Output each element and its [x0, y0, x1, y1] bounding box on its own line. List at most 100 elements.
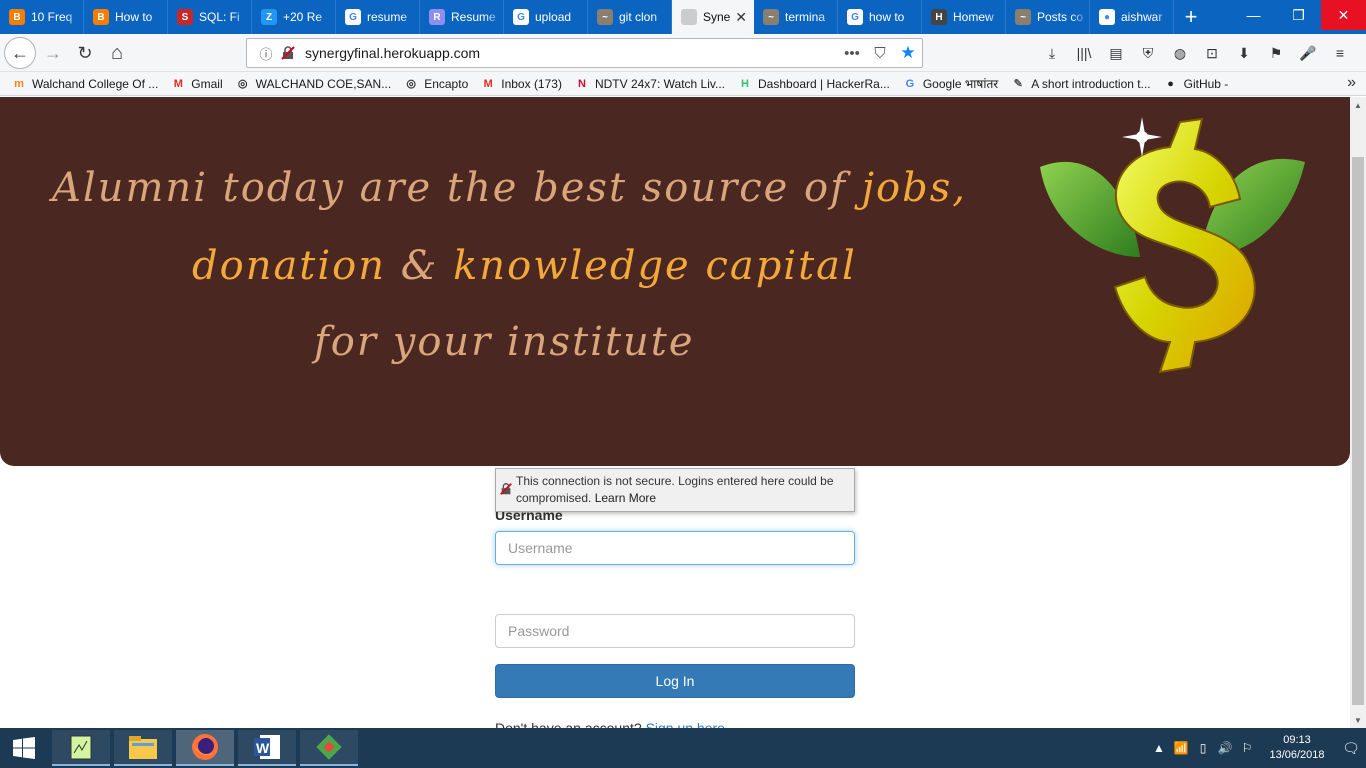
- sidebar-icon[interactable]: ▤: [1100, 40, 1132, 66]
- bookmark-star-icon[interactable]: ★: [894, 43, 922, 63]
- scrollbar-thumb[interactable]: [1352, 157, 1364, 705]
- google-icon: G: [513, 9, 529, 25]
- globe-icon: ◎: [406, 78, 416, 90]
- tab-fade: [317, 0, 335, 34]
- git-gui-icon: [316, 734, 342, 760]
- forward-button[interactable]: →: [38, 38, 68, 68]
- username-input[interactable]: [495, 531, 855, 565]
- insecure-login-warning: This connection is not secure. Logins en…: [495, 468, 855, 512]
- google-icon: G: [345, 9, 361, 25]
- start-button[interactable]: [0, 728, 48, 768]
- tab-fade: [65, 0, 83, 34]
- address-bar[interactable]: ⓘ synergyfinal.herokuapp.com ••• ⛉ ★: [246, 38, 923, 68]
- info-icon[interactable]: ⓘ: [255, 44, 277, 63]
- browser-tab[interactable]: S SQL: Fi: [168, 0, 252, 34]
- taskbar-file-explorer-app[interactable]: [114, 730, 172, 766]
- clock-date: 13/06/2018: [1269, 749, 1325, 761]
- volume-icon[interactable]: 🔊: [1214, 741, 1236, 755]
- toolbar-icons: ⤓ |||\ ▤ ⛨ ◍ ⊡ ⬇ ⚑ 🎤 ≡: [1036, 40, 1356, 66]
- browser-tab[interactable]: B How to: [84, 0, 168, 34]
- browser-tab[interactable]: Z +20 Re: [252, 0, 336, 34]
- page-actions-icon[interactable]: •••: [838, 45, 866, 62]
- resume-icon: R: [429, 9, 445, 25]
- flag-icon[interactable]: ⚐: [1236, 741, 1258, 755]
- blogger-icon: B: [9, 9, 25, 25]
- firefox-icon: [192, 734, 218, 760]
- learn-more-link[interactable]: Learn More: [595, 491, 656, 505]
- bookmark-item[interactable]: H Dashboard | HackerRa...: [738, 77, 890, 91]
- tab-strip: B 10 Freq B How to S SQL: Fi Z +20 Re Gresume R Re…: [0, 0, 1366, 34]
- back-arrow-icon: ←: [11, 42, 29, 63]
- browser-tab[interactable]: ● aishwar: [1090, 0, 1174, 34]
- bookmark-label: Inbox (173): [501, 76, 562, 91]
- minimize-button[interactable]: —: [1231, 0, 1276, 30]
- browser-tab[interactable]: Gresume: [336, 0, 420, 34]
- ublock-icon[interactable]: ⛨: [1132, 40, 1164, 66]
- taskbar-notepad-app[interactable]: [52, 730, 110, 766]
- battery-icon[interactable]: ▯: [1192, 741, 1214, 755]
- login-button[interactable]: Log In: [495, 664, 855, 698]
- page-scrollbar[interactable]: ▲ ▼: [1350, 97, 1366, 728]
- browser-tab[interactable]: ~ git clon: [588, 0, 672, 34]
- browser-tab[interactable]: H Homew: [922, 0, 1006, 34]
- signup-prompt-text: Don't have an account?: [495, 720, 642, 728]
- bookmark-label: Google भाषांतर: [922, 77, 999, 91]
- taskbar-git-app[interactable]: [300, 730, 358, 766]
- bookmark-item[interactable]: M Inbox (173): [481, 77, 562, 91]
- taskbar-word-app[interactable]: W: [238, 730, 296, 766]
- password-input[interactable]: [495, 614, 855, 648]
- home-button[interactable]: ⌂: [102, 38, 132, 68]
- bookmark-item[interactable]: ● GitHub -: [1164, 77, 1228, 91]
- bookmarks-overflow-button[interactable]: »: [1347, 74, 1356, 92]
- menu-icon[interactable]: ≡: [1324, 40, 1356, 66]
- back-button[interactable]: ←: [4, 37, 36, 69]
- bookmark-item[interactable]: ✎ A short introduction t...: [1011, 77, 1151, 91]
- library-icon[interactable]: |||\: [1068, 40, 1100, 66]
- github-icon: ●: [1099, 9, 1115, 25]
- taskbar-firefox-app[interactable]: [176, 730, 234, 766]
- insecure-lock-icon[interactable]: [279, 45, 297, 61]
- microphone-icon[interactable]: 🎤: [1292, 40, 1324, 66]
- bookmark-item[interactable]: N NDTV 24x7: Watch Liv...: [575, 77, 725, 91]
- close-tab-icon[interactable]: ✕: [735, 9, 747, 26]
- maximize-button[interactable]: ❐: [1276, 0, 1321, 30]
- browser-tab[interactable]: ~ termina: [754, 0, 838, 34]
- bookmark-item[interactable]: G Google भाषांतर: [903, 75, 999, 92]
- hero-banner: Alumni today are the best source of jobs…: [0, 97, 1350, 466]
- url-text[interactable]: synergyfinal.herokuapp.com: [305, 45, 838, 61]
- signup-link[interactable]: Sign up here.: [646, 720, 729, 728]
- gmail-icon: M: [483, 77, 493, 90]
- bookmarks-toolbar: m Walchand College Of ... M Gmail ◎ WALCHAND …: [0, 72, 1366, 96]
- notification-icon[interactable]: 🗨: [1336, 740, 1366, 757]
- web-page: Alumni today are the best source of jobs…: [0, 97, 1350, 728]
- bookmark-item[interactable]: m Walchand College Of ...: [12, 77, 158, 91]
- pocket-icon[interactable]: ⛉: [866, 45, 894, 62]
- wifi-icon[interactable]: 📶: [1170, 741, 1192, 755]
- reload-button[interactable]: ↻: [70, 38, 100, 68]
- browser-tab[interactable]: Synergy ✕: [672, 0, 754, 34]
- browser-tab[interactable]: ~ Posts co: [1006, 0, 1090, 34]
- github-icon: ●: [1167, 77, 1174, 90]
- browser-tab[interactable]: R Resume: [420, 0, 504, 34]
- new-tab-button[interactable]: +: [1174, 0, 1208, 34]
- tray-overflow-icon[interactable]: ▲: [1148, 741, 1170, 755]
- tab-fade: [653, 0, 671, 34]
- browser-tab[interactable]: B 10 Freq: [0, 0, 84, 34]
- browser-tab[interactable]: Gupload: [504, 0, 588, 34]
- extension-icon[interactable]: ◍: [1164, 40, 1196, 66]
- browser-tab[interactable]: Ghow to: [838, 0, 922, 34]
- scroll-down-arrow[interactable]: ▼: [1350, 712, 1366, 728]
- download-extension-icon[interactable]: ⬇: [1228, 40, 1260, 66]
- bookmark-item[interactable]: ◎ WALCHAND COE,SAN...: [236, 77, 391, 91]
- bird-extension-icon[interactable]: ⚑: [1260, 40, 1292, 66]
- clock[interactable]: 09:13 13/06/2018: [1258, 733, 1336, 763]
- bookmark-item[interactable]: ◎ Encapto: [404, 77, 468, 91]
- scroll-up-arrow[interactable]: ▲: [1350, 97, 1366, 113]
- hero-text: Alumni today are the best source of: [52, 165, 862, 211]
- bookmark-item[interactable]: M Gmail: [171, 77, 223, 91]
- dollar-leaf-logo: [1040, 117, 1305, 374]
- home-icon: ⌂: [110, 41, 124, 64]
- pocket-extension-icon[interactable]: ⊡: [1196, 40, 1228, 66]
- close-window-button[interactable]: ✕: [1321, 0, 1366, 30]
- downloads-icon[interactable]: ⤓: [1036, 40, 1068, 66]
